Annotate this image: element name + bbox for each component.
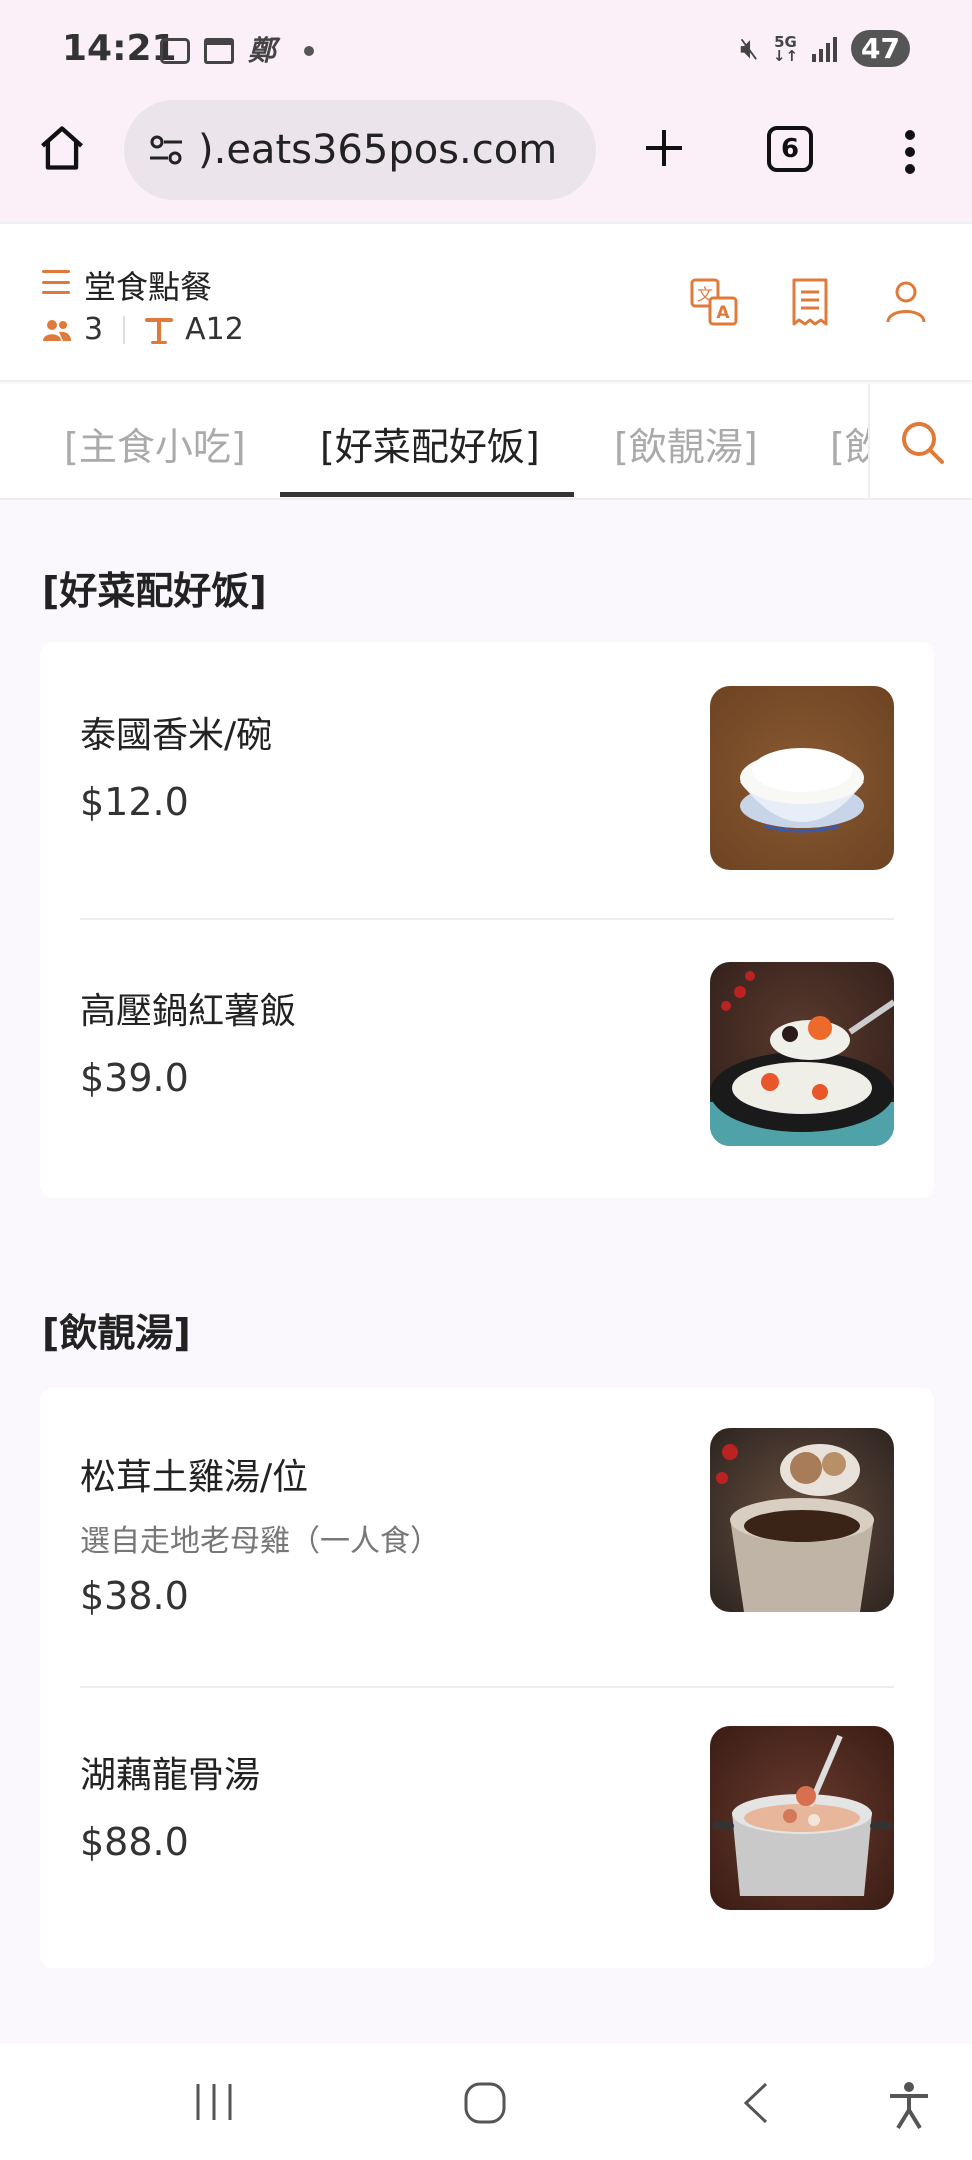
order-receipt-icon[interactable] xyxy=(784,276,836,328)
network-indicator: 5G ↓↑ xyxy=(772,32,799,65)
item-photo[interactable] xyxy=(710,1428,894,1612)
status-bar: 14:21 鄭 🔇︎ 5G ↓↑ 47 xyxy=(0,0,972,100)
mute-icon: 🔇︎ xyxy=(739,31,759,66)
item-photo[interactable] xyxy=(710,1726,894,1910)
menu-item[interactable]: 湖藕龍骨湯 $88.0 xyxy=(40,1688,934,1968)
menu-card: 松茸土雞湯/位 選自走地老母雞（一人食） $38.0 湖藕龍骨湯 $88.0 xyxy=(40,1388,934,1968)
more-menu-icon[interactable] xyxy=(904,130,916,174)
item-name: 松茸土雞湯/位 xyxy=(80,1457,309,1498)
tab-switcher-button[interactable]: 6 xyxy=(767,126,813,172)
item-price: $88.0 xyxy=(80,1820,189,1864)
address-bar[interactable]: ).eats365pos.com xyxy=(124,100,596,200)
guest-count: 3 xyxy=(84,312,104,347)
new-tab-icon[interactable] xyxy=(640,124,688,172)
menu-item[interactable]: 松茸土雞湯/位 選自走地老母雞（一人食） $38.0 xyxy=(40,1388,934,1686)
header-actions: 文 A xyxy=(688,276,932,328)
item-photo[interactable] xyxy=(710,686,894,870)
item-name: 高壓鍋紅薯飯 xyxy=(80,991,297,1032)
search-button[interactable] xyxy=(868,384,972,498)
calendar-icon xyxy=(204,38,234,64)
site-settings-icon[interactable] xyxy=(146,130,186,170)
category-tabs: [主食小吃] [好菜配好饭] [飲靚湯] [飲 xyxy=(0,384,972,500)
accessibility-icon[interactable] xyxy=(886,2080,932,2130)
tab-soups[interactable]: [飲靚湯] xyxy=(614,416,758,471)
guests-icon xyxy=(43,319,71,341)
tab-main-snacks[interactable]: [主食小吃] xyxy=(64,416,246,471)
app-header: 堂食點餐 3 A12 文 A xyxy=(0,222,972,382)
system-icons: 🔇︎ 5G ↓↑ 47 xyxy=(740,30,910,67)
notification-text-icon: 鄭 xyxy=(248,34,277,67)
menu-item[interactable]: 高壓鍋紅薯飯 $39.0 xyxy=(40,920,934,1196)
back-icon[interactable] xyxy=(736,2080,776,2126)
recent-apps-icon[interactable] xyxy=(192,2080,236,2124)
home-nav-icon[interactable] xyxy=(462,2080,508,2126)
active-tab-indicator xyxy=(280,492,574,497)
account-icon[interactable] xyxy=(880,276,932,328)
item-price: $12.0 xyxy=(80,780,189,824)
more-notifications-dot xyxy=(304,46,314,56)
battery-indicator: 47 xyxy=(851,30,910,67)
notification-icons: 鄭 xyxy=(160,34,314,67)
menu-icon[interactable] xyxy=(42,270,70,294)
item-photo[interactable] xyxy=(710,962,894,1146)
item-name: 湖藕龍骨湯 xyxy=(80,1755,261,1796)
order-meta: 3 A12 xyxy=(42,312,244,347)
item-description: 選自走地老母雞（一人食） xyxy=(80,1524,440,1559)
tab-rice-dishes[interactable]: [好菜配好饭] xyxy=(320,416,540,471)
svg-text:A: A xyxy=(716,303,730,323)
browser-toolbar: ).eats365pos.com 6 xyxy=(0,100,972,222)
screenshot-icon xyxy=(160,38,190,64)
search-icon[interactable] xyxy=(898,418,946,466)
url-text[interactable]: ).eats365pos.com xyxy=(198,127,557,173)
home-icon[interactable] xyxy=(36,122,88,174)
system-navigation-bar xyxy=(0,2044,972,2160)
translate-icon[interactable]: 文 A xyxy=(688,276,740,328)
browser-chrome: 14:21 鄭 🔇︎ 5G ↓↑ 47 ).eats365pos.com 6 xyxy=(0,0,972,222)
table-icon xyxy=(145,317,174,344)
item-price: $38.0 xyxy=(80,1574,189,1618)
menu-item[interactable]: 泰國香米/碗 $12.0 xyxy=(40,642,934,918)
section-title: [好菜配好饭] xyxy=(42,569,267,613)
order-mode-label[interactable]: 堂食點餐 xyxy=(84,262,212,308)
item-name: 泰國香米/碗 xyxy=(80,715,273,756)
menu-card: 泰國香米/碗 $12.0 高壓鍋紅薯飯 $39.0 xyxy=(40,642,934,1198)
table-number: A12 xyxy=(185,312,244,347)
signal-icon xyxy=(812,36,838,62)
section-title: [飲靚湯] xyxy=(42,1311,191,1355)
meta-divider xyxy=(123,315,126,344)
item-price: $39.0 xyxy=(80,1056,189,1100)
